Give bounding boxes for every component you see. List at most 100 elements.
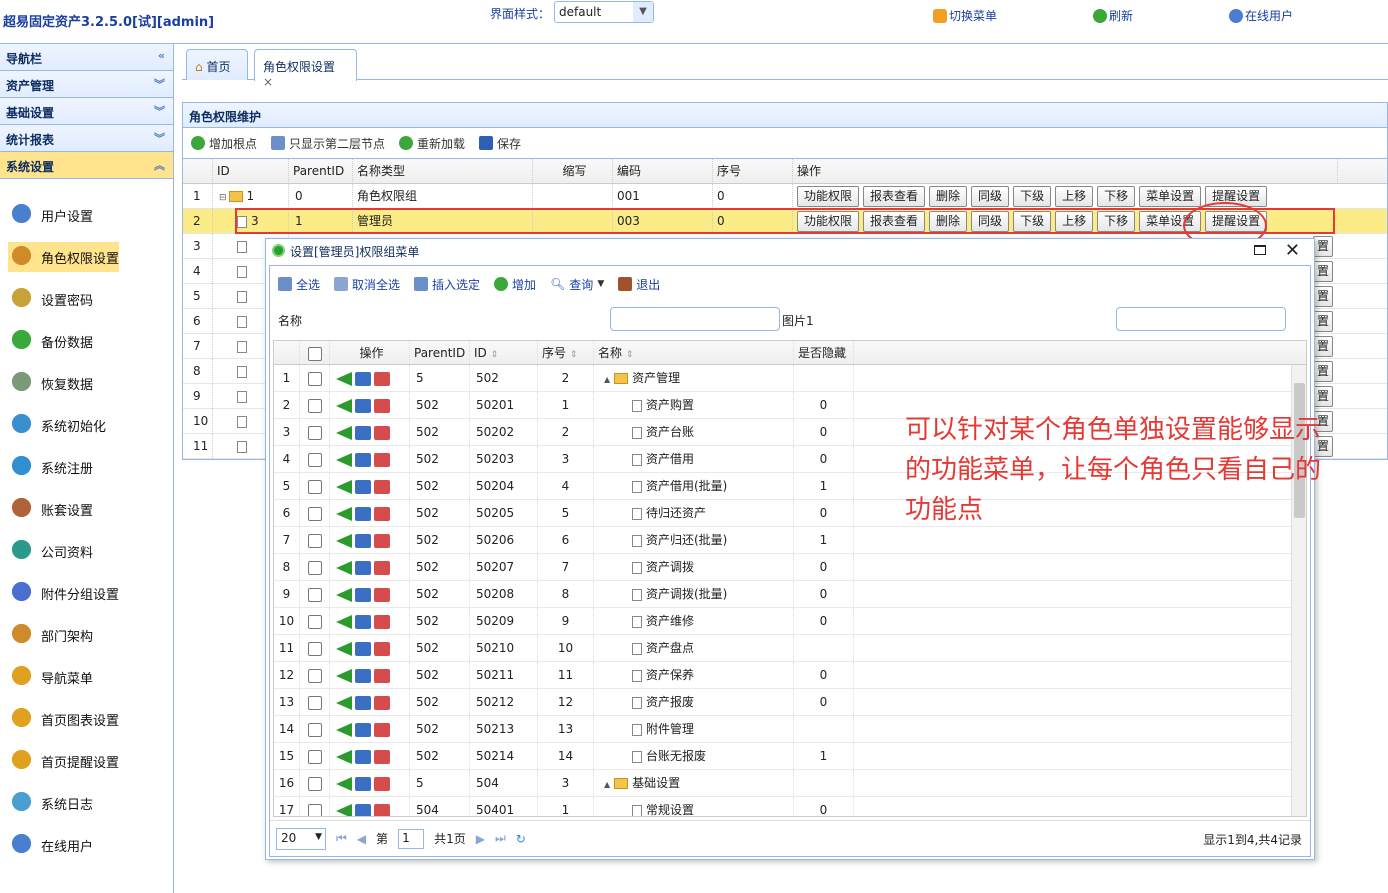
op-button-1[interactable]: 功能权限 bbox=[797, 186, 860, 207]
move-left-icon[interactable] bbox=[336, 371, 352, 386]
edit-icon[interactable] bbox=[355, 506, 371, 521]
partial-op-button[interactable]: 置 bbox=[1313, 311, 1334, 332]
sidebar-item-11[interactable]: 部门架构 bbox=[8, 620, 93, 650]
insert-selected-button[interactable]: 插入选定 bbox=[414, 276, 480, 293]
exit-button[interactable]: 退出 bbox=[618, 276, 660, 293]
sidebar-item-16[interactable]: 在线用户 bbox=[8, 830, 93, 860]
delete-icon[interactable] bbox=[374, 371, 390, 386]
first-page-icon[interactable]: ⏮ bbox=[336, 831, 347, 846]
menu-row[interactable]: 11 502 50210 10 资产盘点 bbox=[274, 635, 1306, 662]
row-checkbox[interactable] bbox=[307, 749, 322, 764]
switch-menu-link[interactable]: 切换菜单 bbox=[933, 7, 997, 24]
header-id[interactable]: ID ⇕ bbox=[470, 341, 538, 364]
move-left-icon[interactable] bbox=[336, 776, 352, 791]
sidebar-item-8[interactable]: 账套设置 bbox=[8, 494, 93, 524]
sidebar-item-2[interactable]: 角色权限设置 bbox=[8, 242, 120, 272]
delete-icon[interactable] bbox=[374, 452, 390, 467]
move-left-icon[interactable] bbox=[336, 533, 352, 548]
accordion-report[interactable]: 统计报表 ︾ bbox=[0, 125, 173, 152]
row-checkbox[interactable] bbox=[307, 560, 322, 575]
edit-icon[interactable] bbox=[355, 371, 371, 386]
delete-icon[interactable] bbox=[374, 614, 390, 629]
row-checkbox[interactable] bbox=[307, 425, 322, 440]
header-name[interactable]: 名称 ⇕ bbox=[594, 341, 794, 364]
menu-row[interactable]: 16 5 504 3 ▲ 基础设置 bbox=[274, 770, 1306, 797]
edit-icon[interactable] bbox=[355, 695, 371, 710]
accordion-basic[interactable]: 基础设置 ︾ bbox=[0, 98, 173, 125]
op-button-4[interactable]: 同级 bbox=[971, 186, 1010, 207]
delete-icon[interactable] bbox=[374, 641, 390, 656]
move-left-icon[interactable] bbox=[336, 398, 352, 413]
sidebar-item-9[interactable]: 公司资料 bbox=[8, 536, 93, 566]
move-left-icon[interactable] bbox=[336, 560, 352, 575]
add-button[interactable]: 增加 bbox=[494, 276, 536, 293]
partial-op-button[interactable]: 置 bbox=[1313, 361, 1334, 382]
edit-icon[interactable] bbox=[355, 452, 371, 467]
sidebar-item-1[interactable]: 用户设置 bbox=[8, 200, 93, 230]
sidebar-item-12[interactable]: 导航菜单 bbox=[8, 662, 93, 692]
menu-row[interactable]: 15 502 50214 14 台账无报废 1 bbox=[274, 743, 1306, 770]
edit-icon[interactable] bbox=[355, 641, 371, 656]
menu-row[interactable]: 14 502 50213 13 附件管理 bbox=[274, 716, 1306, 743]
theme-select[interactable]: default ▼ bbox=[554, 1, 654, 23]
accordion-asset[interactable]: 资产管理 ︾ bbox=[0, 71, 173, 98]
row-checkbox[interactable] bbox=[307, 371, 322, 386]
reload-button[interactable]: 重新加载 bbox=[399, 135, 465, 152]
row-checkbox[interactable] bbox=[307, 776, 322, 791]
move-left-icon[interactable] bbox=[336, 668, 352, 683]
menu-row[interactable]: 13 502 50212 12 资产报废 0 bbox=[274, 689, 1306, 716]
delete-icon[interactable] bbox=[374, 398, 390, 413]
delete-icon[interactable] bbox=[374, 506, 390, 521]
partial-op-button[interactable]: 置 bbox=[1313, 261, 1334, 282]
delete-icon[interactable] bbox=[374, 533, 390, 548]
show-second-level-button[interactable]: 只显示第二层节点 bbox=[271, 135, 385, 152]
accordion-system[interactable]: 系统设置 ︽ bbox=[0, 152, 173, 179]
edit-icon[interactable] bbox=[355, 398, 371, 413]
move-left-icon[interactable] bbox=[336, 587, 352, 602]
page-size-select[interactable]: 20 ▼ bbox=[276, 827, 326, 850]
deselect-all-button[interactable]: 取消全选 bbox=[334, 276, 400, 293]
expand-toggle-icon[interactable]: ▲ bbox=[604, 375, 610, 384]
delete-icon[interactable] bbox=[374, 803, 390, 816]
menu-row[interactable]: 12 502 50211 11 资产保养 0 bbox=[274, 662, 1306, 689]
sidebar-item-3[interactable]: 设置密码 bbox=[8, 284, 93, 314]
next-page-icon[interactable]: ▶ bbox=[476, 832, 485, 846]
delete-icon[interactable] bbox=[374, 560, 390, 575]
edit-icon[interactable] bbox=[355, 803, 371, 816]
delete-icon[interactable] bbox=[374, 695, 390, 710]
menu-row[interactable]: 8 502 50207 7 资产调拨 0 bbox=[274, 554, 1306, 581]
edit-icon[interactable] bbox=[355, 749, 371, 764]
sidebar-item-7[interactable]: 系统注册 bbox=[8, 452, 93, 482]
page-number-input[interactable]: 1 bbox=[398, 828, 425, 849]
save-button[interactable]: 保存 bbox=[479, 135, 521, 152]
delete-icon[interactable] bbox=[374, 776, 390, 791]
move-left-icon[interactable] bbox=[336, 479, 352, 494]
row-checkbox[interactable] bbox=[307, 695, 322, 710]
query-button[interactable]: 🔍︎ 查询 ▼ bbox=[550, 276, 604, 293]
row-checkbox[interactable] bbox=[307, 398, 322, 413]
tab-role-permission[interactable]: 角色权限设置 × bbox=[254, 49, 357, 89]
last-page-icon[interactable]: ⏭ bbox=[495, 831, 506, 846]
menu-row[interactable]: 1 5 502 2 ▲ 资产管理 bbox=[274, 365, 1306, 392]
move-left-icon[interactable] bbox=[336, 803, 352, 816]
menu-row[interactable]: 7 502 50206 6 资产归还(批量) 1 bbox=[274, 527, 1306, 554]
partial-op-button[interactable]: 置 bbox=[1313, 236, 1334, 257]
menu-row[interactable]: 17 504 50401 1 常规设置 0 bbox=[274, 797, 1306, 816]
edit-icon[interactable] bbox=[355, 776, 371, 791]
move-left-icon[interactable] bbox=[336, 452, 352, 467]
move-left-icon[interactable] bbox=[336, 722, 352, 737]
delete-icon[interactable] bbox=[374, 479, 390, 494]
delete-icon[interactable] bbox=[374, 587, 390, 602]
header-checkbox[interactable] bbox=[300, 341, 330, 364]
refresh-link[interactable]: 刷新 bbox=[1093, 7, 1133, 24]
row-checkbox[interactable] bbox=[307, 668, 322, 683]
sidebar-item-5[interactable]: 恢复数据 bbox=[8, 368, 93, 398]
sidebar-item-14[interactable]: 首页提醒设置 bbox=[8, 746, 119, 776]
prev-page-icon[interactable]: ◀ bbox=[357, 832, 366, 846]
row-checkbox[interactable] bbox=[307, 641, 322, 656]
online-users-link[interactable]: 在线用户 bbox=[1229, 7, 1293, 24]
edit-icon[interactable] bbox=[355, 560, 371, 575]
header-parent[interactable]: ParentID bbox=[410, 341, 470, 364]
row-checkbox[interactable] bbox=[307, 587, 322, 602]
collapse-toggle-icon[interactable]: ⊟ bbox=[219, 193, 227, 203]
